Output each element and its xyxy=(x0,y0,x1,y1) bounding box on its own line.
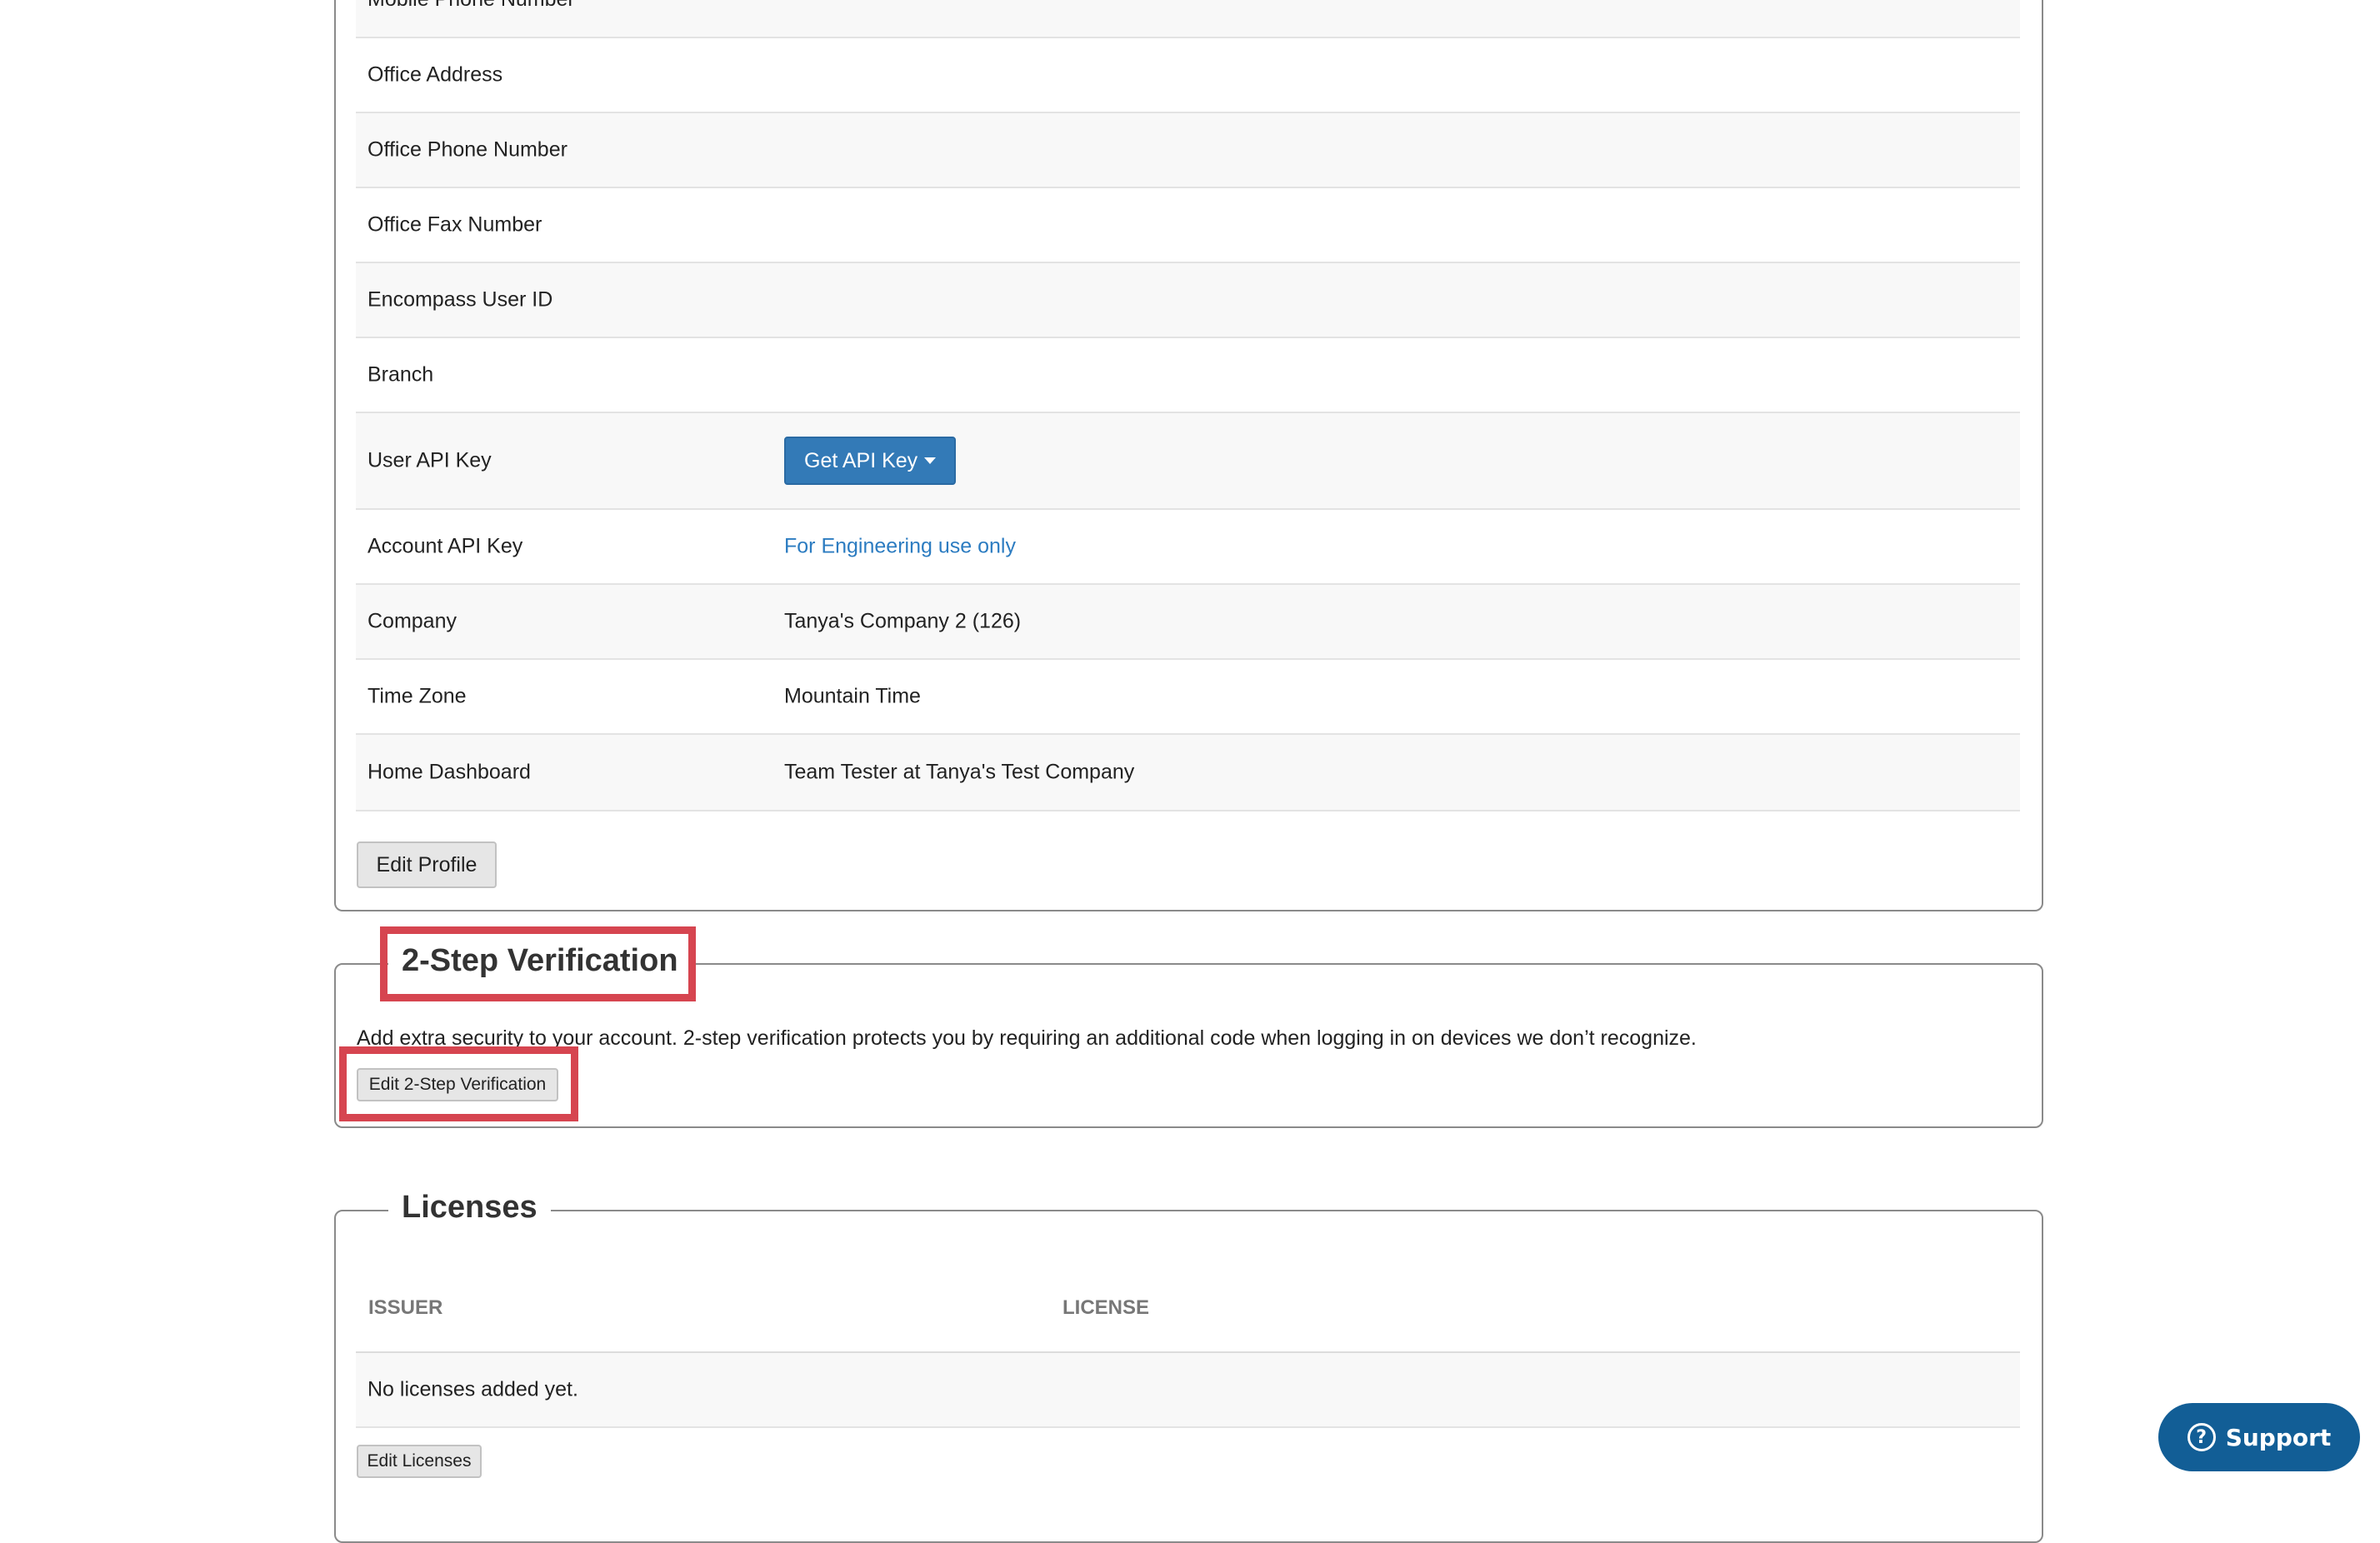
column-header-license: LICENSE xyxy=(1062,1296,1150,1319)
row-label: Office Phone Number xyxy=(368,137,568,162)
row-value: Tanya's Company 2 (126) xyxy=(784,609,1022,633)
edit-profile-button[interactable]: Edit Profile xyxy=(357,841,497,888)
row-label: Time Zone xyxy=(368,684,467,708)
row-label: Mobile Phone Number xyxy=(368,0,575,12)
row-value: Team Tester at Tanya's Test Company xyxy=(784,760,1135,784)
caret-down-icon xyxy=(924,457,937,464)
highlight-box-button xyxy=(339,1046,578,1121)
profile-row-account-api-key: Account API Key For Engineering use only xyxy=(356,510,2020,585)
profile-row-time-zone: Time Zone Mountain Time xyxy=(356,660,2020,735)
profile-row-home-dashboard: Home Dashboard Team Tester at Tanya's Te… xyxy=(356,735,2020,811)
row-label: Company xyxy=(368,609,457,633)
support-label: Support xyxy=(2225,1423,2332,1451)
profile-row-mobile-phone: Mobile Phone Number xyxy=(356,0,2020,38)
row-label: User API Key xyxy=(368,448,492,472)
licenses-title: Licenses xyxy=(388,1190,551,1226)
profile-row-encompass-user-id: Encompass User ID xyxy=(356,263,2020,338)
profile-row-user-api-key: User API Key Get API Key xyxy=(356,413,2020,510)
column-header-issuer: ISSUER xyxy=(368,1296,443,1319)
profile-row-office-phone: Office Phone Number xyxy=(356,113,2020,188)
row-value: Mountain Time xyxy=(784,684,921,708)
row-label: Home Dashboard xyxy=(368,760,531,784)
row-label: Office Fax Number xyxy=(368,212,542,237)
question-circle-icon: ? xyxy=(2187,1423,2216,1451)
table-row: No licenses added yet. xyxy=(356,1353,2020,1428)
empty-licenses-message: No licenses added yet. xyxy=(368,1377,578,1401)
row-label: Branch xyxy=(368,362,434,387)
engineering-use-link[interactable]: For Engineering use only xyxy=(784,535,1016,559)
get-api-key-label: Get API Key xyxy=(804,448,918,472)
profile-row-company: Company Tanya's Company 2 (126) xyxy=(356,585,2020,660)
profile-row-branch: Branch xyxy=(356,338,2020,413)
profile-row-office-address: Office Address xyxy=(356,38,2020,113)
support-button[interactable]: ? Support xyxy=(2158,1403,2360,1471)
row-label: Account API Key xyxy=(368,534,523,558)
get-api-key-button[interactable]: Get API Key xyxy=(784,437,957,485)
highlight-box-title xyxy=(380,926,696,1001)
row-label: Encompass User ID xyxy=(368,287,553,312)
row-label: Office Address xyxy=(368,62,503,87)
profile-row-office-fax: Office Fax Number xyxy=(356,188,2020,263)
edit-licenses-button[interactable]: Edit Licenses xyxy=(357,1445,482,1478)
